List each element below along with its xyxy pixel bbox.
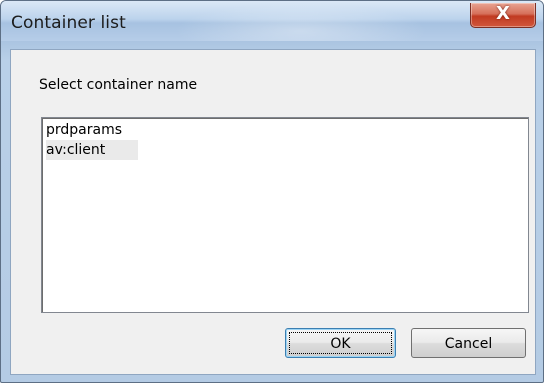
- container-listbox[interactable]: prdparams av:client: [41, 117, 529, 313]
- window-title: Container list: [11, 13, 126, 33]
- list-item-prdparams[interactable]: prdparams: [46, 120, 134, 140]
- title-bar[interactable]: Container list X: [1, 1, 543, 41]
- prompt-label: Select container name: [39, 77, 198, 93]
- ok-button-label: OK: [289, 332, 392, 354]
- dialog-window: Container list X Select container name p…: [0, 0, 544, 383]
- dialog-body: Select container name prdparams av:clien…: [10, 49, 536, 375]
- ok-button[interactable]: OK: [285, 328, 396, 358]
- cancel-button[interactable]: Cancel: [411, 328, 526, 358]
- close-icon[interactable]: X: [495, 4, 511, 24]
- list-item-av-client[interactable]: av:client: [46, 140, 138, 160]
- close-button[interactable]: X: [470, 3, 536, 28]
